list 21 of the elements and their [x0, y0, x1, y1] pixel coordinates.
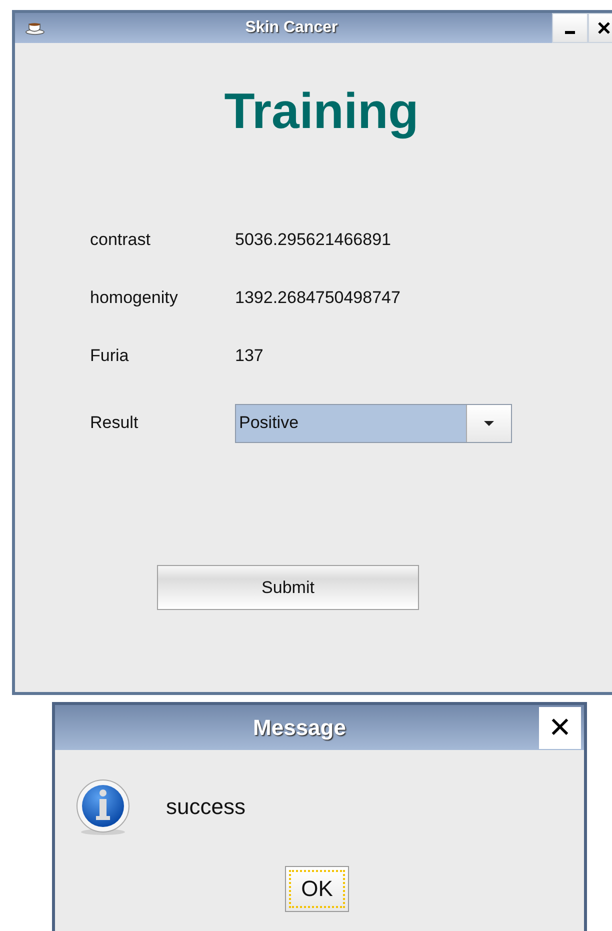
field-value: 1392.2684750498747 — [235, 288, 400, 308]
minimize-icon — [565, 30, 575, 34]
dialog-title: Message — [252, 714, 347, 740]
form-heading: Training — [223, 82, 420, 141]
submit-button[interactable]: Submit — [157, 565, 419, 610]
field-label: homogenity — [90, 288, 179, 308]
coffee-cup-icon — [25, 21, 45, 35]
field-value: 137 — [235, 346, 264, 366]
field-label: Furia — [90, 346, 130, 366]
info-icon — [75, 778, 131, 836]
dropdown-arrow-icon — [484, 420, 494, 426]
result-dropdown[interactable]: Positive — [235, 404, 512, 442]
field-value: 5036.295621466891 — [235, 230, 391, 250]
dialog-message: success — [166, 794, 246, 820]
field-label: Result — [90, 413, 140, 433]
close-button[interactable]: ✕ — [539, 706, 581, 748]
field-label: contrast — [90, 230, 152, 250]
minimize-button[interactable] — [552, 13, 588, 43]
ok-button[interactable]: OK — [285, 866, 349, 912]
close-icon — [597, 21, 611, 35]
window-title: Skin Cancer — [244, 19, 339, 37]
